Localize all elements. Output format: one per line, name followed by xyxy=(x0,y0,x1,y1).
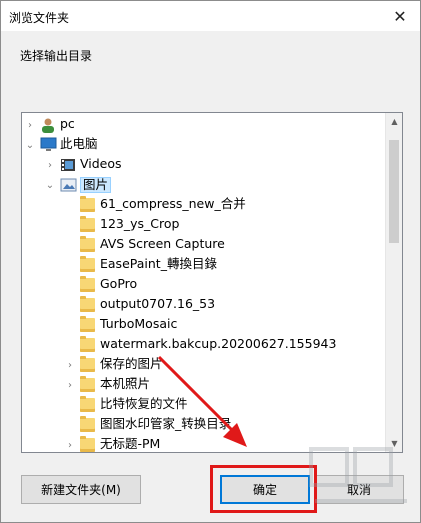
expander-placeholder xyxy=(64,215,76,235)
folder-tree[interactable]: › pc ⌄ 此电脑 › Videos ⌄ 图片 61_compress_new_合并 123_y… xyxy=(21,112,403,453)
tree-item-label: output0707.16_53 xyxy=(100,296,216,311)
scroll-thumb[interactable] xyxy=(389,140,399,243)
tree-item[interactable]: AVS Screen Capture xyxy=(22,235,385,255)
expander-icon[interactable]: › xyxy=(64,375,76,395)
expander-placeholder xyxy=(64,295,76,315)
expander-placeholder xyxy=(64,255,76,275)
tree-item-label: 保存的图片 xyxy=(100,356,163,371)
folder-icon xyxy=(80,416,95,432)
tree-item[interactable]: › pc xyxy=(22,115,385,135)
expander-icon[interactable]: › xyxy=(44,155,56,175)
scroll-down-button[interactable]: ▼ xyxy=(386,435,402,452)
folder-icon xyxy=(80,276,95,292)
folder-icon xyxy=(80,396,95,412)
tree-item[interactable]: GoPro xyxy=(22,275,385,295)
expander-icon[interactable]: › xyxy=(64,355,76,375)
user-icon xyxy=(40,117,56,136)
tree-item-label: EasePaint_轉換目錄 xyxy=(100,256,217,271)
expander-icon[interactable]: ⌄ xyxy=(24,135,36,155)
tree-item-label: 图片 xyxy=(80,177,112,193)
tree-item[interactable]: ⌄ 图片 xyxy=(22,175,385,195)
tree-item-label: 比特恢复的文件 xyxy=(100,396,188,411)
folder-icon xyxy=(80,296,95,312)
tree-item[interactable]: 123_ys_Crop xyxy=(22,215,385,235)
tree-item[interactable]: 图图水印管家_转换目录 xyxy=(22,415,385,435)
tree-item-label: 61_compress_new_合并 xyxy=(100,196,246,211)
expander-placeholder xyxy=(64,315,76,335)
scroll-up-button[interactable]: ▲ xyxy=(386,113,402,130)
tree-item[interactable]: 61_compress_new_合并 xyxy=(22,195,385,215)
tree-item[interactable]: ⌄ 此电脑 xyxy=(22,135,385,155)
expander-placeholder xyxy=(64,235,76,255)
expander-icon[interactable]: ⌄ xyxy=(44,175,56,195)
folder-icon xyxy=(80,436,95,452)
folder-icon xyxy=(80,316,95,332)
tree-item-label: GoPro xyxy=(100,276,138,291)
tree-item-label: 图图水印管家_转换目录 xyxy=(100,416,232,431)
tree-item[interactable]: watermark.bakcup.20200627.155943 xyxy=(22,335,385,355)
pictures-folder-icon xyxy=(60,177,77,196)
expander-icon[interactable]: › xyxy=(24,115,36,135)
folder-icon xyxy=(80,216,95,232)
tree-item[interactable]: › 无标题-PM xyxy=(22,435,385,452)
expander-placeholder xyxy=(64,275,76,295)
folder-icon xyxy=(80,336,95,352)
folder-icon xyxy=(80,256,95,272)
expander-placeholder xyxy=(64,395,76,415)
close-button[interactable]: ✕ xyxy=(380,1,420,31)
dialog-prompt: 选择输出目录 xyxy=(20,49,93,63)
folder-icon xyxy=(80,376,95,392)
tree-item-label: Videos xyxy=(80,156,122,171)
expander-placeholder xyxy=(64,415,76,435)
tree-item-label: TurboMosaic xyxy=(100,316,178,331)
tree-item[interactable]: TurboMosaic xyxy=(22,315,385,335)
folder-icon xyxy=(80,356,95,372)
tree-item-label: 此电脑 xyxy=(60,136,98,151)
cancel-button[interactable]: 取消 xyxy=(314,475,404,504)
tree-item-label: 无标题-PM xyxy=(100,436,161,451)
video-folder-icon xyxy=(60,157,76,176)
tree-item[interactable]: EasePaint_轉換目錄 xyxy=(22,255,385,275)
folder-icon xyxy=(80,236,95,252)
tree-item-label: pc xyxy=(60,116,75,131)
folder-tree-list: › pc ⌄ 此电脑 › Videos ⌄ 图片 61_compress_new_合并 123_y… xyxy=(22,113,385,452)
tree-item[interactable]: › 保存的图片 xyxy=(22,355,385,375)
expander-placeholder xyxy=(64,195,76,215)
tree-item-label: AVS Screen Capture xyxy=(100,236,225,251)
title-bar: 浏览文件夹 ✕ xyxy=(1,1,420,31)
computer-icon xyxy=(40,137,57,156)
folder-icon xyxy=(80,196,95,212)
ok-button[interactable]: 确定 xyxy=(220,475,310,504)
new-folder-button[interactable]: 新建文件夹(M) xyxy=(21,475,141,504)
tree-item-label: 本机照片 xyxy=(100,376,151,391)
tree-item-label: watermark.bakcup.20200627.155943 xyxy=(100,336,337,351)
tree-item[interactable]: › Videos xyxy=(22,155,385,175)
tree-item[interactable]: 比特恢复的文件 xyxy=(22,395,385,415)
browse-folder-dialog: 浏览文件夹 ✕ 选择输出目录 › pc ⌄ 此电脑 › Videos ⌄ 图片 61_compr… xyxy=(0,0,421,523)
tree-item[interactable]: output0707.16_53 xyxy=(22,295,385,315)
dialog-title: 浏览文件夹 xyxy=(9,11,70,25)
expander-placeholder xyxy=(64,335,76,355)
tree-scrollbar[interactable]: ▲ ▼ xyxy=(385,113,402,452)
expander-icon[interactable]: › xyxy=(64,435,76,452)
tree-item-label: 123_ys_Crop xyxy=(100,216,180,231)
close-icon: ✕ xyxy=(393,6,407,26)
tree-item[interactable]: › 本机照片 xyxy=(22,375,385,395)
